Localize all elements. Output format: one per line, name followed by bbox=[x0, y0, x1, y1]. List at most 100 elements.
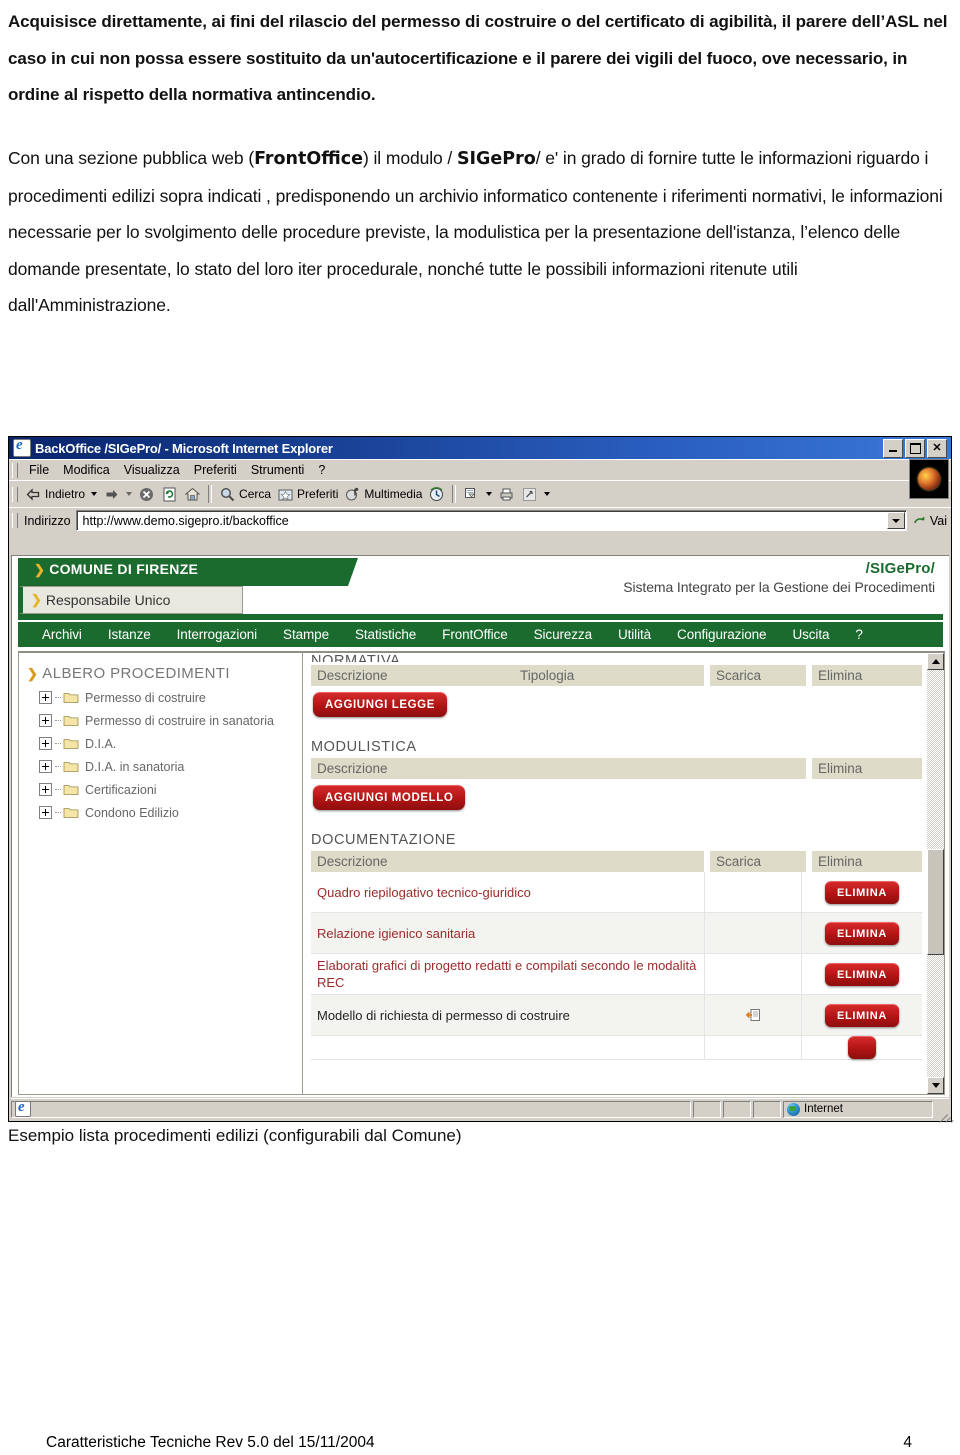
address-input[interactable]: http://www.demo.sigepro.it/backoffice bbox=[75, 510, 907, 531]
expand-plus-icon[interactable] bbox=[39, 760, 52, 773]
nav-item-utilita[interactable]: Utilità bbox=[618, 627, 651, 642]
toolbar-grip[interactable] bbox=[12, 486, 18, 502]
app-header: ❯ COMUNE DI FIRENZE ❯ Responsabile Unico /… bbox=[12, 556, 949, 622]
aggiungi-modello-wrap: AGGIUNGI MODELLO bbox=[313, 785, 922, 810]
nav-item-frontoffice[interactable]: FrontOffice bbox=[442, 627, 508, 642]
close-button[interactable]: ✕ bbox=[927, 438, 947, 458]
table-row-partial[interactable] bbox=[311, 1036, 922, 1060]
download-icon[interactable] bbox=[745, 1007, 762, 1024]
tree-item-permesso-di-costruire[interactable]: Permesso di costruire bbox=[27, 686, 302, 709]
nav-item-help[interactable]: ? bbox=[855, 627, 863, 642]
menu-item-preferiti[interactable]: Preferiti bbox=[187, 462, 244, 478]
scrollbar-track[interactable] bbox=[927, 670, 944, 1077]
row-elimina: ELIMINA bbox=[801, 954, 922, 994]
edit-button[interactable] bbox=[518, 485, 541, 504]
scroll-down-button[interactable] bbox=[927, 1077, 944, 1094]
home-button[interactable] bbox=[181, 485, 204, 504]
print-button[interactable] bbox=[495, 485, 518, 504]
app-nav-bar: Archivi Istanze Interrogazioni Stampe St… bbox=[18, 622, 943, 647]
brand-title: /SIGePro/ bbox=[865, 560, 935, 577]
tree-item-certificazioni[interactable]: Certificazioni bbox=[27, 778, 302, 801]
go-button[interactable]: Vai bbox=[907, 514, 947, 528]
elimina-button[interactable]: ELIMINA bbox=[824, 921, 900, 945]
nav-item-statistiche[interactable]: Statistiche bbox=[355, 627, 416, 642]
edit-icon bbox=[521, 486, 538, 503]
nav-item-archivi[interactable]: Archivi bbox=[42, 627, 82, 642]
edit-dropdown-icon[interactable] bbox=[544, 492, 551, 496]
search-button[interactable]: Cerca bbox=[216, 485, 274, 504]
row-scarica bbox=[704, 954, 801, 994]
table-row[interactable]: Modello di richiesta di permesso di cost… bbox=[311, 995, 922, 1036]
figure-caption: Esempio lista procedimenti edilizi (conf… bbox=[8, 1126, 462, 1145]
tree-item-dia-in-sanatoria[interactable]: D.I.A. in sanatoria bbox=[27, 755, 302, 778]
back-button[interactable]: Indietro bbox=[22, 485, 88, 504]
back-dropdown-icon[interactable] bbox=[91, 492, 98, 496]
favorites-button[interactable]: Preferiti bbox=[274, 485, 341, 504]
col-elimina: Elimina bbox=[818, 668, 863, 683]
nav-item-istanze[interactable]: Istanze bbox=[108, 627, 151, 642]
elimina-button[interactable]: ELIMINA bbox=[824, 880, 900, 904]
forward-dropdown-icon[interactable] bbox=[126, 492, 133, 496]
tree-item-condono-edilizio[interactable]: Condono Edilizio bbox=[27, 801, 302, 824]
security-zone-label: Internet bbox=[804, 1103, 843, 1115]
elimina-button[interactable]: ELIMINA bbox=[824, 1003, 900, 1027]
history-button[interactable] bbox=[425, 485, 448, 504]
minimize-button[interactable] bbox=[883, 438, 903, 458]
home-icon bbox=[184, 486, 201, 503]
chevron-right-icon: ❯ bbox=[34, 562, 46, 577]
elimina-button-partial[interactable] bbox=[848, 1036, 876, 1059]
forward-button[interactable] bbox=[100, 485, 123, 504]
nav-item-uscita[interactable]: Uscita bbox=[792, 627, 829, 642]
col-descrizione: Descrizione bbox=[317, 761, 388, 776]
menu-item-visualizza[interactable]: Visualizza bbox=[117, 462, 187, 478]
address-dropdown-icon[interactable] bbox=[886, 512, 905, 529]
row-elimina: ELIMINA bbox=[801, 913, 922, 953]
mail-button[interactable] bbox=[460, 485, 483, 504]
expand-plus-icon[interactable] bbox=[39, 691, 52, 704]
brand-block: /SIGePro/ Sistema Integrato per la Gesti… bbox=[623, 560, 935, 595]
section-title-normativa: NORMATIVA bbox=[311, 653, 401, 662]
menu-item-strumenti[interactable]: Strumenti bbox=[244, 462, 312, 478]
nav-item-configurazione[interactable]: Configurazione bbox=[677, 627, 767, 642]
aggiungi-modello-button[interactable]: AGGIUNGI MODELLO bbox=[313, 785, 466, 810]
security-zone-cell[interactable]: Internet bbox=[783, 1100, 933, 1118]
multimedia-label: Multimedia bbox=[364, 487, 423, 501]
nav-item-sicurezza[interactable]: Sicurezza bbox=[534, 627, 592, 642]
refresh-button[interactable] bbox=[158, 485, 181, 504]
table-row[interactable]: Relazione igienico sanitaria ELIMINA bbox=[311, 913, 922, 954]
go-label: Vai bbox=[929, 513, 947, 528]
comune-label: ❯ COMUNE DI FIRENZE bbox=[34, 561, 199, 577]
aggiungi-legge-button[interactable]: AGGIUNGI LEGGE bbox=[313, 692, 447, 717]
table-row[interactable]: Quadro riepilogativo tecnico-giuridico E… bbox=[311, 872, 922, 913]
menu-item-file[interactable]: File bbox=[22, 462, 56, 478]
nav-item-interrogazioni[interactable]: Interrogazioni bbox=[177, 627, 258, 642]
triangle-down-icon bbox=[931, 1083, 940, 1088]
scroll-up-button[interactable] bbox=[927, 653, 944, 670]
procedure-tree-sidebar: ❯ ALBERO PROCEDIMENTI Permesso di costrui… bbox=[18, 651, 303, 1095]
expand-plus-icon[interactable] bbox=[39, 737, 52, 750]
folder-icon bbox=[63, 691, 79, 704]
table-row[interactable]: Elaborati grafici di progetto redatti e … bbox=[311, 954, 922, 995]
expand-plus-icon[interactable] bbox=[39, 783, 52, 796]
stop-button[interactable] bbox=[135, 485, 158, 504]
tree-item-dia[interactable]: D.I.A. bbox=[27, 732, 302, 755]
multimedia-button[interactable]: Multimedia bbox=[341, 485, 425, 504]
maximize-button[interactable] bbox=[905, 438, 925, 458]
col-tipologia: Tipologia bbox=[520, 668, 575, 683]
tree-item-permesso-di-costruire-in-sanatoria[interactable]: Permesso di costruire in sanatoria bbox=[27, 709, 302, 732]
scrollbar-thumb[interactable] bbox=[927, 849, 944, 955]
content-vertical-scrollbar[interactable] bbox=[926, 653, 944, 1094]
normativa-table-header: Descrizione Tipologia Scarica Elimina bbox=[311, 665, 922, 686]
menu-item-modifica[interactable]: Modifica bbox=[56, 462, 117, 478]
elimina-button[interactable]: ELIMINA bbox=[824, 962, 900, 986]
address-grip[interactable] bbox=[12, 513, 18, 528]
expand-plus-icon[interactable] bbox=[39, 806, 52, 819]
row-elimina: ELIMINA bbox=[801, 995, 922, 1035]
window-resize-grip[interactable] bbox=[935, 1102, 954, 1123]
menu-grip[interactable] bbox=[12, 462, 18, 478]
expand-plus-icon[interactable] bbox=[39, 714, 52, 727]
role-tab[interactable]: ❯ Responsabile Unico bbox=[18, 586, 243, 614]
menu-item-help[interactable]: ? bbox=[311, 462, 332, 478]
mail-dropdown-icon[interactable] bbox=[486, 492, 493, 496]
nav-item-stampe[interactable]: Stampe bbox=[283, 627, 329, 642]
